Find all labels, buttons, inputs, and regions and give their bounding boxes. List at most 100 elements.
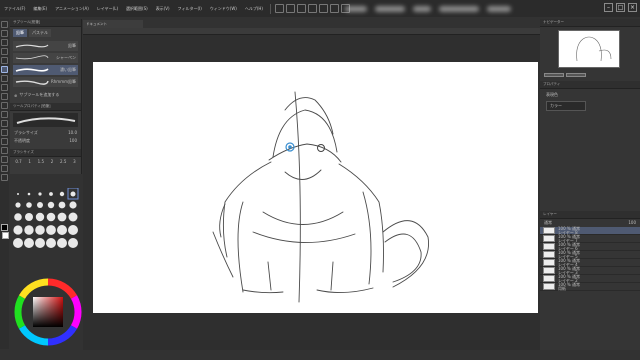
zoom-slider[interactable] [544, 73, 564, 77]
minimize-icon[interactable]: – [604, 3, 613, 12]
size-preset-label: 2 [50, 159, 54, 164]
drawing-canvas[interactable] [93, 62, 538, 313]
layer-row[interactable]: 100 % 通常 レイヤー 6 [540, 243, 640, 251]
brush-preview [13, 113, 78, 127]
layer-thumbnail [543, 259, 555, 266]
brush-item[interactable]: シャーペン [13, 53, 78, 63]
brush-item[interactable]: 鉛筆 [13, 41, 78, 51]
undo-icon[interactable] [308, 4, 317, 13]
navigator-header: ナビゲーター [540, 19, 640, 27]
balloon-tool-icon[interactable] [1, 165, 8, 172]
gradient-tool-icon[interactable] [1, 120, 8, 127]
layer-info: 100 % 通常 レイヤー 5 [558, 251, 580, 259]
layer-row[interactable]: 100 % 通常 レイヤー 3 [540, 267, 640, 275]
menu-animation[interactable]: アニメーション(A) [51, 6, 93, 12]
menu-edit[interactable]: 編集(E) [29, 6, 51, 12]
brush-stroke-preview [15, 68, 49, 72]
ruler-tool-icon[interactable] [1, 147, 8, 154]
document-tab[interactable]: ドキュメント [83, 20, 143, 28]
sub-color-swatch[interactable] [2, 232, 9, 239]
pencil-tool-icon[interactable] [1, 66, 8, 73]
figure-tool-icon[interactable] [1, 129, 8, 136]
size-preset-label: 2.5 [60, 159, 67, 164]
layer-row[interactable]: 100 % 通常 レイヤー 2 [540, 275, 640, 283]
layer-thumbnail [543, 227, 555, 234]
add-subtool-row[interactable]: ⊕ サブツールを追加する [10, 89, 81, 101]
maximize-icon[interactable]: □ [616, 3, 625, 12]
select-tool-icon[interactable] [1, 39, 8, 46]
zoom-tool-icon[interactable] [1, 21, 8, 28]
tab-pencil[interactable]: 鉛筆 [13, 29, 27, 37]
menu-help[interactable]: ヘルプ(H) [241, 6, 267, 12]
brush-tool-icon[interactable] [1, 75, 8, 82]
brush-size-grid[interactable] [12, 188, 82, 268]
close-icon[interactable]: × [628, 3, 637, 12]
opacity-value[interactable]: 100 [69, 138, 77, 144]
open-file-icon[interactable] [286, 4, 295, 13]
layer-row[interactable]: 100 % 通常 レイヤー 4 [540, 259, 640, 267]
fill-tool-icon[interactable] [1, 111, 8, 118]
layer-thumbnail [543, 235, 555, 242]
menu-layer[interactable]: レイヤー(L) [93, 6, 122, 12]
layer-opacity-value[interactable]: 100 [628, 220, 636, 226]
brush-label: シャーペン [56, 55, 76, 60]
blur-block [487, 6, 511, 12]
correct-line-tool-icon[interactable] [1, 174, 8, 181]
menu-window[interactable]: ウィンドウ(W) [206, 6, 241, 12]
opacity-row[interactable]: 不透明度 100 [10, 137, 81, 145]
color-mode-select[interactable]: カラー [546, 101, 586, 111]
layer-row-selected[interactable]: 100 % 通常 レイヤー 8 [540, 227, 640, 235]
size-preset-label: 0.7 [15, 159, 22, 164]
layer-row[interactable]: 100 % 通常 レイヤー 5 [540, 251, 640, 259]
brush-stroke-preview [15, 55, 49, 60]
menu-bar: ファイル(F) 編集(E) アニメーション(A) レイヤー(L) 選択範囲(S)… [0, 0, 640, 17]
save-icon[interactable] [297, 4, 306, 13]
frame-tool-icon[interactable] [1, 138, 8, 145]
menu-view[interactable]: 表示(V) [152, 6, 174, 12]
color-wheel[interactable] [14, 278, 82, 346]
menu-filter[interactable]: フィルター(I) [174, 6, 206, 12]
blend-tool-icon[interactable] [1, 102, 8, 109]
window-controls: – □ × [604, 3, 637, 12]
menu-selection[interactable]: 選択範囲(S) [122, 6, 152, 12]
menu-file[interactable]: ファイル(F) [0, 6, 29, 12]
navigator-preview[interactable] [558, 30, 620, 68]
blurred-title-area [345, 3, 535, 15]
subtool-panel: サブツール[鉛筆] 鉛筆 パステル 鉛筆 シャーペン 濃い鉛筆 Rhmmm鉛筆 … [10, 19, 82, 174]
layer-thumbnail [543, 283, 555, 290]
new-file-icon[interactable] [275, 4, 284, 13]
layer-info: 100 % 通常 レイヤー 7 [558, 235, 580, 243]
size-preset-labels: 0.7 1 1.5 2 2.5 3 [10, 157, 81, 166]
main-color-swatch[interactable] [1, 224, 8, 231]
clear-icon[interactable] [330, 4, 339, 13]
brush-size-value[interactable]: 10.0 [68, 130, 77, 136]
brush-size-panel-header: ブラシサイズ [10, 149, 81, 157]
layer-row[interactable]: 100 % 通常 レイヤー 7 [540, 235, 640, 243]
layer-info: 100 % 通常 レイヤー 2 [558, 275, 580, 283]
brush-item[interactable]: Rhmmm鉛筆 [13, 77, 78, 87]
color-swatches[interactable] [0, 222, 10, 242]
redo-icon[interactable] [319, 4, 328, 13]
blend-mode-select[interactable]: 通常 [544, 220, 552, 226]
layer-name: 用紙 [558, 285, 566, 291]
lasso-tool-icon[interactable] [1, 48, 8, 55]
rotate-slider[interactable] [566, 73, 586, 77]
brush-label: 濃い鉛筆 [60, 67, 76, 72]
layer-row[interactable]: 100 % 通常 用紙 [540, 283, 640, 291]
layer-panel-header: レイヤー [540, 211, 640, 219]
tab-pastel[interactable]: パステル [29, 29, 51, 37]
eraser-tool-icon[interactable] [1, 93, 8, 100]
airbrush-tool-icon[interactable] [1, 84, 8, 91]
brush-size-row[interactable]: ブラシサイズ 10.0 [10, 129, 81, 137]
eyedropper-tool-icon[interactable] [1, 57, 8, 64]
opacity-label: 不透明度 [14, 138, 30, 143]
brush-item-selected[interactable]: 濃い鉛筆 [13, 65, 78, 75]
blur-block [439, 6, 479, 12]
size-preset-label: 1.5 [37, 159, 45, 164]
add-subtool-label: サブツールを追加する [19, 92, 60, 97]
layer-property-label: 表現色 [546, 92, 558, 97]
text-tool-icon[interactable] [1, 156, 8, 163]
move-tool-icon[interactable] [1, 30, 8, 37]
ruler [83, 28, 540, 35]
brush-stroke-preview [15, 44, 49, 48]
